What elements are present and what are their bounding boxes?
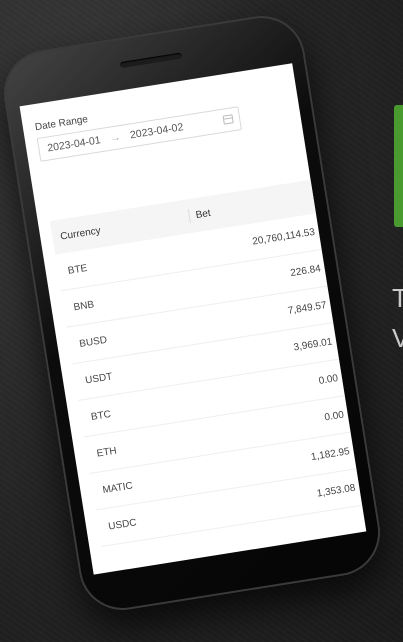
phone-screen: Date Range 2023-04-01 → 2023-04-02 Curre… (19, 63, 367, 575)
currency-cell: USDC (107, 516, 138, 533)
bet-cell: 0.00 (317, 372, 339, 387)
bet-cell: 1,182.95 (310, 445, 351, 463)
column-header-bet[interactable]: Bet (189, 207, 212, 221)
bet-cell: 3,969.01 (292, 335, 334, 353)
phone-speaker (119, 52, 183, 69)
bet-cell: 20,760,114.53 (251, 226, 316, 248)
side-text-line2: V (392, 323, 403, 353)
bet-cell: 1,353.08 (316, 482, 357, 500)
bet-cell: 0.00 (323, 409, 345, 423)
bet-cell: 7,849.57 (287, 299, 328, 317)
green-accent-bar (394, 105, 403, 227)
arrow-right-icon: → (109, 131, 122, 145)
side-text-line1: T (392, 283, 403, 313)
bet-cell: 226.84 (289, 262, 322, 279)
date-range-end[interactable]: 2023-04-02 (129, 121, 184, 141)
date-range-start[interactable]: 2023-04-01 (47, 134, 102, 154)
bet-table: Currency Bet BTE 20,760,114.53 BNB 226.8… (49, 179, 363, 548)
calendar-icon[interactable] (222, 114, 234, 125)
date-range-picker[interactable]: 2023-04-01 → 2023-04-02 (36, 106, 242, 162)
